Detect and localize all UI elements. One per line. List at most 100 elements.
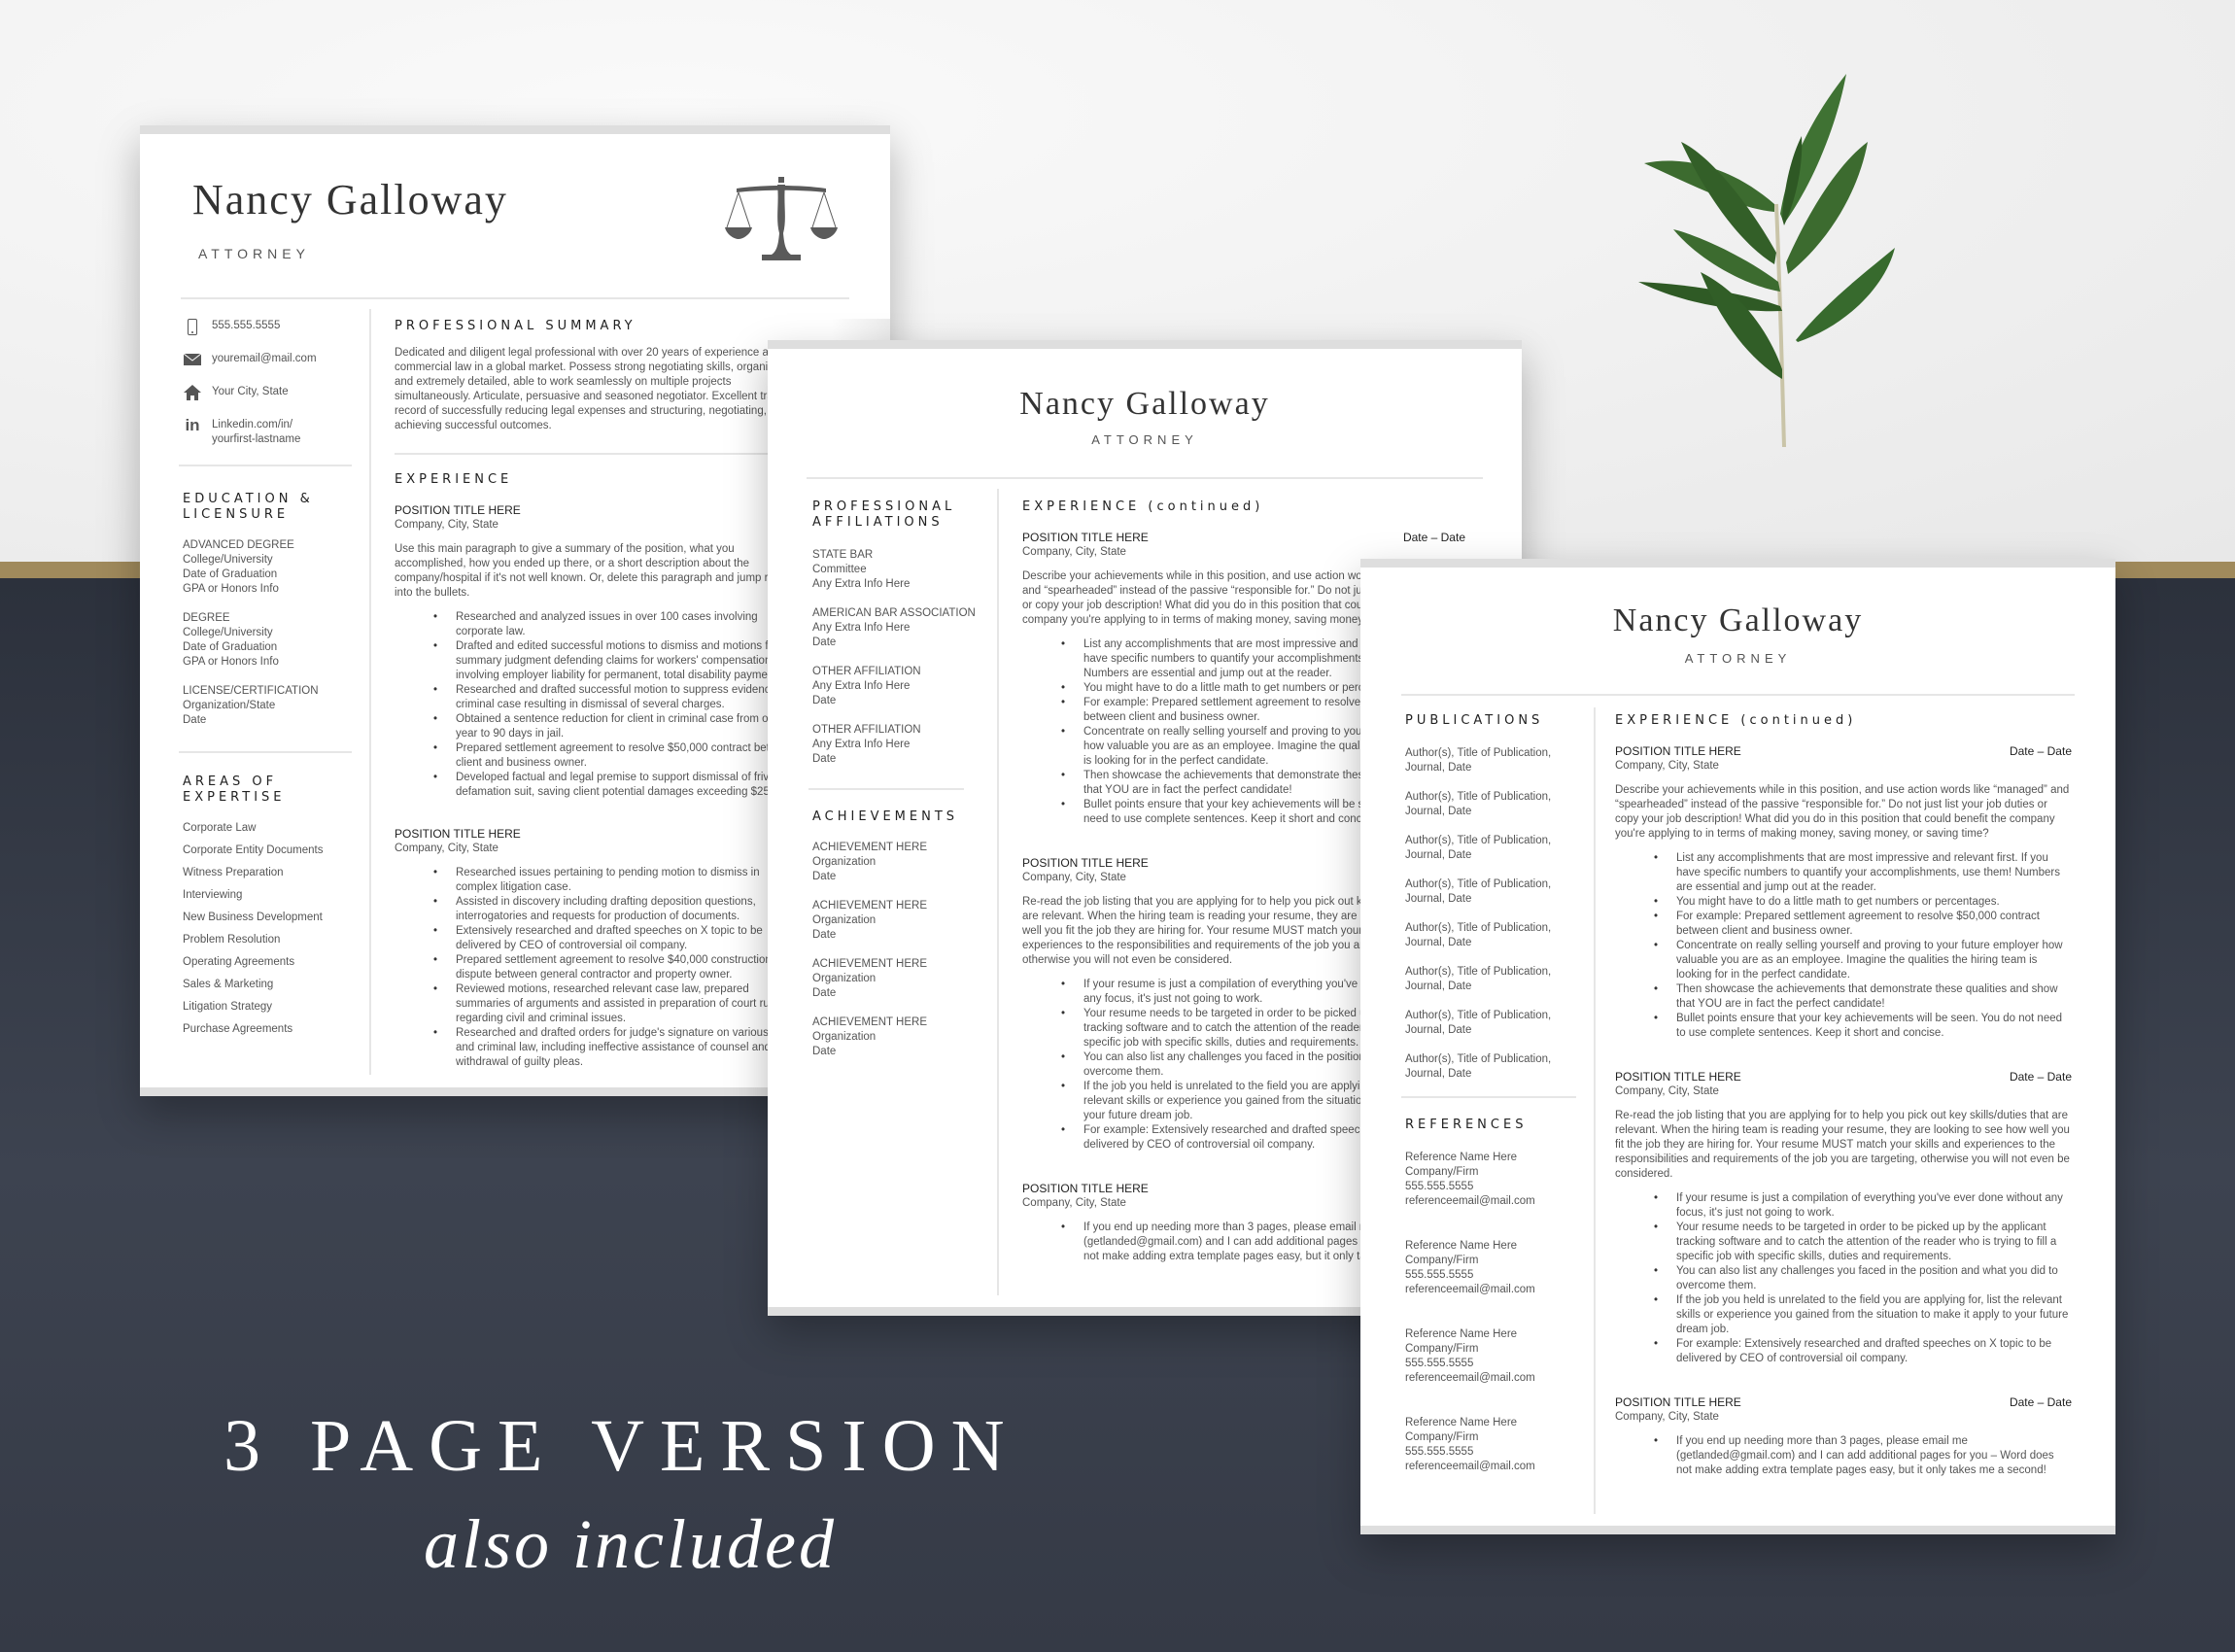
entry-line: Date of Graduation [183, 568, 278, 580]
entry-heading: ACHIEVEMENT HERE [812, 900, 928, 912]
entry-line: Any Extra Info Here [812, 739, 911, 750]
entry-line: College/University [183, 627, 273, 638]
expertise-item: Witness Preparation [183, 867, 284, 878]
entry-heading: ADVANCED DEGREE [183, 539, 294, 551]
position-title: POSITION TITLE HERE [1615, 1395, 1741, 1409]
home-icon [183, 385, 202, 400]
entry-line: Date [812, 871, 837, 882]
position-description: Use this main paragraph to give a summar… [395, 543, 786, 599]
olive-sprig-icon [1638, 74, 1895, 448]
entry-heading: OTHER AFFILIATION [812, 724, 921, 736]
bullet-item: For example: Extensively researched and … [1654, 1337, 2072, 1366]
summary-title: PROFESSIONAL SUMMARY [395, 319, 636, 333]
entry-line: Date [812, 1046, 837, 1057]
position-dates: Date – Date [2009, 744, 2072, 758]
entry-line: Committee [812, 564, 867, 575]
publication-item: Author(s), Title of Publication, Journal… [1405, 1010, 1552, 1036]
position-entry: POSITION TITLE HERE Company, City, State U… [395, 503, 803, 800]
bullet-list: List any accomplishments that are most i… [1654, 851, 2072, 1041]
bullet-item: If you end up needing more than 3 pages,… [1654, 1434, 2072, 1478]
expertise-item: Corporate Law [183, 822, 257, 834]
contact-list: 555.555.5555 youremail@mail.com Your Cit… [183, 318, 348, 447]
expertise-list: Corporate Law Corporate Entity Documents W… [183, 821, 348, 1037]
contact-phone: 555.555.5555 [183, 318, 348, 335]
entry-heading: STATE BAR [812, 549, 874, 561]
publication-item: Author(s), Title of Publication, Journal… [1405, 747, 1552, 774]
entry-line: Date [812, 753, 837, 765]
expertise-item: New Business Development [183, 912, 323, 923]
bullet-item: List any accomplishments that are most i… [1654, 851, 2072, 895]
contact-location: Your City, State [183, 385, 348, 400]
sidebar-entry: ACHIEVEMENT HERE Organization Date [812, 957, 978, 1001]
entry-line: 555.555.5555 [1405, 1446, 1474, 1458]
entry-line: GPA or Honors Info [183, 656, 279, 668]
resume-name: Nancy Galloway [1019, 386, 1270, 422]
sidebar-entry: ACHIEVEMENT HERE Organization Date [812, 899, 978, 943]
position-description: Re-read the job listing that you are app… [1615, 1110, 2070, 1180]
sidebar-entry: ACHIEVEMENT HERE Organization Date [812, 1015, 978, 1059]
expertise-item: Interviewing [183, 889, 243, 901]
sidebar-entry: ACHIEVEMENT HERE Organization Date [812, 841, 978, 884]
column-divider [1594, 707, 1596, 1514]
bullet-item: Extensively researched and drafted speec… [433, 924, 803, 953]
entry-line: Any Extra Info Here [812, 578, 911, 590]
email-icon [183, 352, 202, 367]
bullet-item: Developed factual and legal premise to s… [433, 771, 803, 800]
resume-page-3: Nancy Galloway ATTORNEY PUBLICATIONS Aut… [1360, 559, 2115, 1534]
entry-heading: ACHIEVEMENT HERE [812, 842, 928, 853]
column-divider [369, 309, 371, 1075]
entry-line: Organization [812, 856, 877, 868]
bullet-item: For example: Prepared settlement agreeme… [1654, 910, 2072, 939]
header-divider [807, 477, 1483, 479]
position-company: Company, City, State [395, 843, 499, 854]
publication-item: Author(s), Title of Publication, Journal… [1405, 878, 1552, 905]
entry-heading: ACHIEVEMENT HERE [812, 958, 928, 970]
entry-line: referenceemail@mail.com [1405, 1195, 1535, 1207]
bullet-item: If the job you held is unrelated to the … [1654, 1293, 2072, 1337]
publications-title: PUBLICATIONS [1405, 713, 1544, 728]
entry-line: 555.555.5555 [1405, 1358, 1474, 1369]
bullet-item: You can also list any challenges you fac… [1654, 1264, 2072, 1293]
sidebar-divider [1401, 1096, 1576, 1098]
sidebar-divider [179, 751, 352, 753]
bullet-item: Your resume needs to be targeted in orde… [1654, 1221, 2072, 1264]
position-company: Company, City, State [395, 519, 499, 531]
main-column: EXPERIENCE (continued) POSITION TITLE HE… [1615, 713, 2072, 1520]
entry-heading: LICENSE/CERTIFICATION [183, 685, 319, 697]
linkedin-icon: in [185, 416, 200, 434]
entry-line: referenceemail@mail.com [1405, 1461, 1535, 1472]
bullet-item: Researched and drafted successful motion… [433, 683, 803, 712]
publication-item: Author(s), Title of Publication, Journal… [1405, 922, 1552, 948]
sidebar-entry: DEGREE College/University Date of Graduati… [183, 611, 348, 670]
position-company: Company, City, State [1615, 1411, 1719, 1423]
position-entry: POSITION TITLE HERE Date – Date Company, C… [1615, 1395, 2072, 1478]
entry-line: College/University [183, 554, 273, 566]
entry-heading: Reference Name Here [1405, 1152, 1518, 1163]
entry-heading: ACHIEVEMENT HERE [812, 1016, 928, 1028]
bullet-list: If you end up needing more than 3 pages,… [1654, 1434, 2072, 1478]
entry-line: 555.555.5555 [1405, 1181, 1474, 1192]
position-title: POSITION TITLE HERE [1615, 744, 1741, 758]
position-title: POSITION TITLE HERE [395, 827, 521, 841]
bullet-item: Drafted and edited successful motions to… [433, 639, 803, 683]
publication-item: Author(s), Title of Publication, Journal… [1405, 1053, 1552, 1080]
position-title: POSITION TITLE HERE [1615, 1070, 1741, 1084]
resume-role: ATTORNEY [1091, 432, 1198, 447]
scales-of-justice-icon [725, 177, 838, 260]
publication-item: Author(s), Title of Publication, Journal… [1405, 791, 1552, 817]
bullet-list: Researched and analyzed issues in over 1… [433, 610, 803, 800]
bullet-item: Researched issues pertaining to pending … [433, 866, 803, 895]
entry-line: Organization [812, 914, 877, 926]
sidebar-divider [179, 465, 352, 466]
entry-line: 555.555.5555 [1405, 1269, 1474, 1281]
contact-email: youremail@mail.com [183, 352, 348, 367]
experience-title: EXPERIENCE (continued) [1615, 713, 1857, 728]
position-company: Company, City, State [1615, 760, 1719, 772]
expertise-item: Operating Agreements [183, 956, 295, 968]
position-entry: POSITION TITLE HERE Date – Date Company, C… [1615, 1070, 2072, 1366]
entry-line: Any Extra Info Here [812, 622, 911, 634]
bullet-item: Then showcase the achievements that demo… [1654, 982, 2072, 1012]
header-divider [1401, 694, 2075, 696]
contact-linkedin: in Linkedin.com/in/ yourfirst-lastname [183, 416, 348, 447]
sidebar: 555.555.5555 youremail@mail.com Your Cit… [179, 318, 352, 1045]
